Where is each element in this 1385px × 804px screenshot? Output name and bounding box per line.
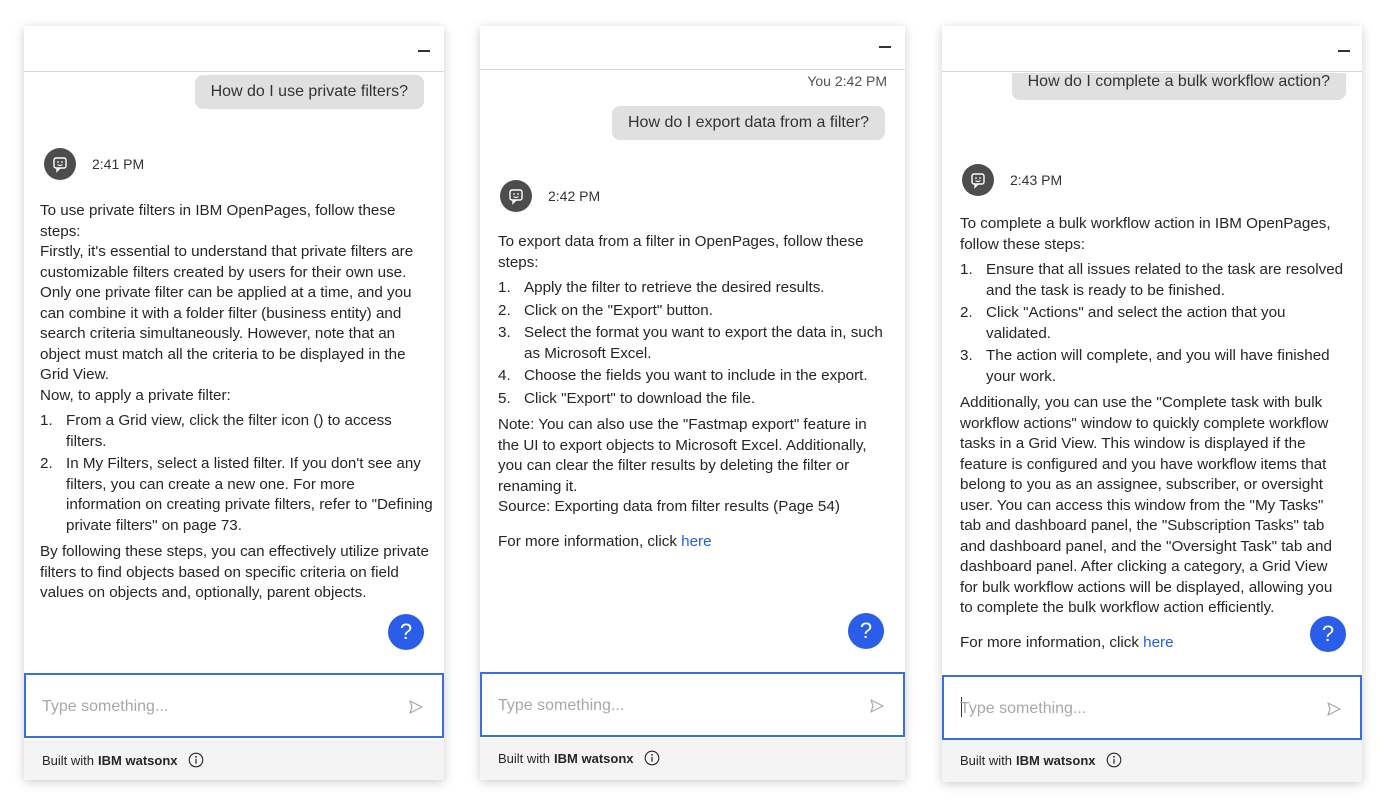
help-button[interactable]: ? xyxy=(848,613,884,649)
steps-list: 1. Apply the filter to retrieve the desir… xyxy=(498,278,887,409)
help-button[interactable]: ? xyxy=(1310,616,1346,652)
chat-input[interactable] xyxy=(498,692,828,720)
user-message-meta: You 2:42 PM xyxy=(807,73,887,89)
chat-footer: Built with IBM watsonx xyxy=(942,740,1362,782)
info-icon[interactable] xyxy=(1106,752,1122,768)
user-message: How do I complete a bulk workflow action… xyxy=(1011,73,1346,100)
chat-panel-bulk-workflow: How do I complete a bulk workflow action… xyxy=(942,26,1362,782)
list-item: 1. Apply the filter to retrieve the desir… xyxy=(498,279,825,296)
bot-timestamp: 2:43 PM xyxy=(1010,172,1063,188)
chat-input[interactable] xyxy=(42,693,372,721)
bot-timestamp: 2:42 PM xyxy=(548,188,601,204)
footer-brand: IBM watsonx xyxy=(1016,752,1096,768)
bot-message-body: To use private filters in IBM OpenPages,… xyxy=(40,201,434,604)
user-message: How do I export data from a filter? xyxy=(612,106,885,140)
chat-header xyxy=(942,26,1362,72)
more-info-text: For more information, click here xyxy=(960,633,1174,651)
footer-brand: IBM watsonx xyxy=(554,750,634,766)
send-icon[interactable] xyxy=(869,698,885,714)
more-info-text: For more information, click here xyxy=(498,532,712,550)
chat-bot-icon xyxy=(53,157,67,173)
bot-avatar xyxy=(962,164,994,196)
conversation[interactable]: How do I complete a bulk workflow action… xyxy=(942,73,1362,696)
bot-message-body: To complete a bulk workflow action in IB… xyxy=(960,214,1348,653)
list-item: 3. The action will complete, and you will… xyxy=(960,347,1330,385)
message-paragraph: Source: Exporting data from filter resul… xyxy=(498,498,840,515)
minimize-icon[interactable] xyxy=(1338,50,1350,52)
list-item: 3. Select the format you want to export t… xyxy=(498,324,883,362)
list-item: 1. From a Grid view, click the filter ico… xyxy=(40,412,392,450)
bot-timestamp: 2:41 PM xyxy=(92,156,145,172)
list-item: 1. Ensure that all issues related to the … xyxy=(960,261,1344,299)
send-icon[interactable] xyxy=(1326,701,1342,717)
chat-panel-private-filters: How do I use private filters? 2:41 PM To… xyxy=(24,26,444,780)
chat-input-container xyxy=(480,672,905,737)
chat-input-container xyxy=(24,673,444,738)
info-icon[interactable] xyxy=(644,750,660,766)
footer-brand: IBM watsonx xyxy=(98,752,178,768)
bot-message-header: 2:41 PM xyxy=(44,148,144,180)
conversation[interactable]: You 2:42 PM How do I export data from a … xyxy=(480,71,905,672)
bot-message-body: To export data from a filter in OpenPage… xyxy=(498,232,887,552)
list-item: 2. Click on the "Export" button. xyxy=(498,301,713,319)
help-button[interactable]: ? xyxy=(388,614,424,650)
steps-list: 1. Ensure that all issues related to the … xyxy=(960,260,1348,387)
chat-input[interactable] xyxy=(960,695,1290,723)
message-paragraph: Additionally, you can use the "Complete … xyxy=(960,394,1333,616)
steps-list: 1. From a Grid view, click the filter ico… xyxy=(40,411,434,536)
list-item: 2. In My Filters, select a listed filter.… xyxy=(40,455,433,534)
list-item: 4. Choose the fields you want to include … xyxy=(498,367,868,384)
message-paragraph: Note: You can also use the "Fastmap expo… xyxy=(498,416,867,495)
chat-input-container xyxy=(942,675,1362,740)
bot-avatar xyxy=(500,180,532,212)
chat-header xyxy=(480,26,905,70)
minimize-icon[interactable] xyxy=(418,50,430,52)
message-paragraph: By following these steps, you can effect… xyxy=(40,543,429,601)
conversation[interactable]: How do I use private filters? 2:41 PM To… xyxy=(24,73,444,676)
message-paragraph: To use private filters in IBM OpenPages,… xyxy=(40,202,396,240)
chat-footer: Built with IBM watsonx xyxy=(24,740,444,780)
chat-header xyxy=(24,26,444,72)
minimize-icon[interactable] xyxy=(879,46,891,48)
message-paragraph: To complete a bulk workflow action in IB… xyxy=(960,215,1331,253)
chat-bot-icon xyxy=(509,189,523,205)
bot-avatar xyxy=(44,148,76,180)
chat-panel-export-data: You 2:42 PM How do I export data from a … xyxy=(480,26,905,780)
message-paragraph: Firstly, it's essential to understand th… xyxy=(40,243,414,383)
user-message: How do I use private filters? xyxy=(194,75,424,109)
list-item: 2. Click "Actions" and select the action … xyxy=(960,304,1286,342)
more-info-link[interactable]: here xyxy=(681,533,711,550)
bot-message-header: 2:43 PM xyxy=(962,164,1062,196)
chat-footer: Built with IBM watsonx xyxy=(480,738,905,780)
chat-bot-icon xyxy=(971,173,985,189)
footer-text: Built with xyxy=(42,752,95,768)
message-paragraph: To export data from a filter in OpenPage… xyxy=(498,233,864,271)
info-icon[interactable] xyxy=(188,752,204,768)
more-info-link[interactable]: here xyxy=(1143,634,1173,651)
message-paragraph: Now, to apply a private filter: xyxy=(40,386,231,404)
footer-text: Built with xyxy=(960,752,1013,768)
footer-text: Built with xyxy=(498,750,551,766)
send-icon[interactable] xyxy=(408,699,424,715)
list-item: 5. Click "Export" to download the file. xyxy=(498,389,756,407)
bot-message-header: 2:42 PM xyxy=(500,180,600,212)
